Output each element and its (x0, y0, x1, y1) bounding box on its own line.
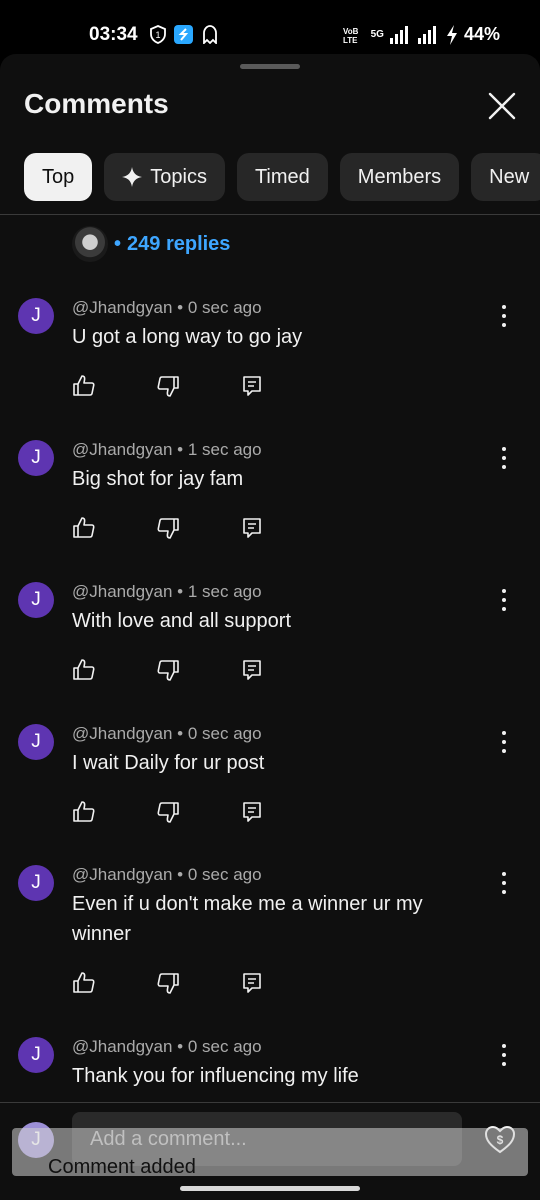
close-icon[interactable] (486, 90, 518, 122)
svg-text:1: 1 (155, 30, 160, 40)
avatar[interactable]: J (18, 582, 54, 618)
comment-meta: @Jhandgyan • 0 sec ago (72, 724, 262, 743)
comment-author[interactable]: @Jhandgyan (72, 865, 172, 884)
chip-label: New (489, 165, 530, 188)
svg-text:LTE: LTE (343, 36, 358, 44)
volte-icon: VoBLTE (343, 27, 359, 44)
comment-author[interactable]: @Jhandgyan (72, 582, 172, 601)
network-type: 5G (370, 29, 384, 40)
creator-avatar (72, 226, 108, 262)
comment-text: I wait Daily for ur post (72, 752, 265, 774)
signal-icon (389, 25, 408, 44)
dislike-icon[interactable] (156, 800, 180, 824)
comment-meta: @Jhandgyan • 1 sec ago (72, 440, 262, 459)
comment-author[interactable]: @Jhandgyan (72, 440, 172, 459)
dislike-icon[interactable] (156, 658, 180, 682)
comment-time: 1 sec ago (187, 582, 262, 601)
comments-sheet: Comments Top Topics Timed Members New • … (0, 54, 540, 1200)
chip-topics[interactable]: Topics (104, 153, 225, 201)
like-icon[interactable] (72, 971, 96, 995)
comment-text: Even if u don't make me a winner ur my w… (72, 893, 423, 945)
sparkle-icon (122, 167, 143, 187)
reply-icon[interactable] (240, 800, 264, 824)
more-options-icon[interactable] (494, 1041, 514, 1069)
chip-label: Timed (254, 165, 310, 188)
more-options-icon[interactable] (494, 728, 514, 756)
replies-bullet: • (114, 232, 122, 255)
sheet-title: Comments (24, 88, 169, 119)
status-time: 03:34 (89, 24, 138, 45)
chip-label: Topics (150, 165, 207, 188)
chip-label: Members (357, 165, 442, 188)
avatar[interactable]: J (18, 440, 54, 476)
chip-top[interactable]: Top (24, 153, 93, 201)
charging-icon (446, 24, 457, 45)
reply-icon[interactable] (240, 971, 264, 995)
comment-actions (72, 971, 264, 995)
drag-handle[interactable] (240, 64, 300, 69)
comment-actions (72, 800, 264, 824)
toast: Comment added (12, 1128, 528, 1178)
dislike-icon[interactable] (156, 971, 180, 995)
vpn-icon: 1 (150, 25, 166, 44)
more-options-icon[interactable] (494, 869, 514, 897)
status-bar: 03:34 1 VoB LTE 5G 44% (0, 0, 540, 62)
signal-2-icon (417, 25, 436, 44)
comment-meta: @Jhandgyan • 0 sec ago (72, 298, 262, 317)
avatar[interactable]: J (18, 724, 54, 760)
like-icon[interactable] (72, 658, 96, 682)
replies-row[interactable]: • 249 replies (72, 226, 230, 262)
comment-text: Thank you for influencing my life (72, 1065, 359, 1087)
like-icon[interactable] (72, 374, 96, 398)
comment-author[interactable]: @Jhandgyan (72, 1037, 172, 1056)
dislike-icon[interactable] (156, 516, 180, 540)
comment-time: 0 sec ago (187, 298, 262, 317)
comment-actions (72, 516, 264, 540)
comment-meta: @Jhandgyan • 0 sec ago (72, 1037, 262, 1056)
replies-link[interactable]: 249 replies (127, 233, 230, 256)
chip-new[interactable]: New (471, 153, 540, 201)
like-icon[interactable] (72, 800, 96, 824)
filter-chips: Top Topics Timed Members New (24, 153, 540, 201)
more-options-icon[interactable] (494, 302, 514, 330)
avatar[interactable]: J (18, 298, 54, 334)
shazam-icon (174, 25, 193, 44)
like-icon[interactable] (72, 516, 96, 540)
chips-divider (0, 214, 540, 215)
comment-text: U got a long way to go jay (72, 326, 303, 348)
comment-author[interactable]: @Jhandgyan (72, 298, 172, 317)
ghost-icon (203, 25, 217, 44)
chip-members[interactable]: Members (339, 153, 460, 201)
comment-text: Big shot for jay fam (72, 468, 244, 490)
home-indicator[interactable] (180, 1186, 360, 1191)
reply-icon[interactable] (240, 658, 264, 682)
reply-icon[interactable] (240, 516, 264, 540)
status-right: VoB LTE 5G 44% (343, 24, 500, 45)
comment-time: 0 sec ago (187, 724, 262, 743)
svg-text:VoB: VoB (343, 27, 359, 36)
chip-label: Top (42, 165, 75, 188)
comment-author[interactable]: @Jhandgyan (72, 724, 172, 743)
comment-meta: @Jhandgyan • 1 sec ago (72, 582, 262, 601)
composer-divider (0, 1102, 540, 1103)
more-options-icon[interactable] (494, 586, 514, 614)
comment-text: With love and all support (72, 610, 292, 632)
comment-time: 0 sec ago (187, 1037, 262, 1056)
reply-icon[interactable] (240, 374, 264, 398)
comment-meta: @Jhandgyan • 0 sec ago (72, 865, 262, 884)
more-options-icon[interactable] (494, 444, 514, 472)
comment-actions (72, 374, 264, 398)
toast-message: Comment added (48, 1156, 196, 1178)
chip-timed[interactable]: Timed (236, 153, 328, 201)
avatar[interactable]: J (18, 865, 54, 901)
comment-time: 1 sec ago (187, 440, 262, 459)
comment-actions (72, 658, 264, 682)
dislike-icon[interactable] (156, 374, 180, 398)
avatar[interactable]: J (18, 1037, 54, 1073)
comment-time: 0 sec ago (187, 865, 262, 884)
battery-level: 44% (463, 24, 500, 44)
